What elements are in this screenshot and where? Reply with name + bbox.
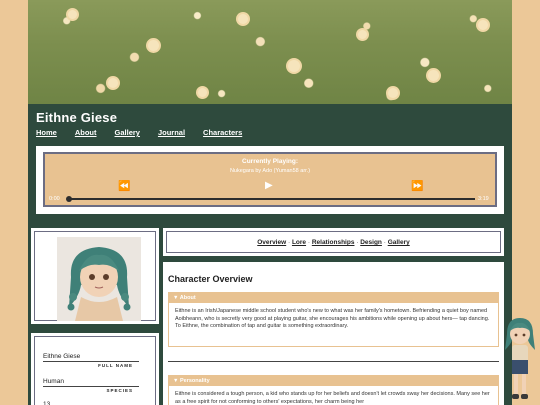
- rewind-icon[interactable]: ⏪: [118, 182, 130, 192]
- portrait-frame: [34, 231, 156, 321]
- link-lore[interactable]: Lore: [292, 239, 306, 246]
- species-value: Human: [43, 378, 64, 385]
- info-card: Eithne Giese FULL NAME Human SPECIES 13: [31, 333, 159, 405]
- site-title: Eithne Giese: [36, 110, 118, 125]
- profile-links-frame: Overview · Lore · Relationships · Design…: [166, 231, 501, 253]
- link-relationships[interactable]: Relationships: [312, 239, 355, 246]
- overview-card: Character Overview ▼ About Eithne is an …: [163, 262, 504, 405]
- age-value: 13: [43, 401, 51, 405]
- personality-section-toggle[interactable]: ▼ Personality: [168, 375, 499, 386]
- duration-time: 3:19: [478, 196, 489, 202]
- full-name-divider: [43, 361, 139, 362]
- full-name-value: Eithne Giese: [43, 353, 81, 360]
- about-section-toggle[interactable]: ▼ About: [168, 292, 499, 303]
- main-nav: Home About Gallery Journal Characters: [36, 128, 260, 137]
- section-divider: [168, 361, 499, 362]
- info-frame: Eithne Giese FULL NAME Human SPECIES 13: [34, 336, 156, 405]
- track-title: Nukegara by Ado (Yuman58 arr.): [229, 168, 311, 174]
- overview-title: Character Overview: [168, 274, 253, 284]
- portrait-card: [31, 228, 159, 324]
- seek-bar[interactable]: [66, 196, 475, 202]
- nav-journal-link[interactable]: Journal: [158, 128, 185, 137]
- nav-about-link[interactable]: About: [75, 128, 97, 137]
- full-name-label: FULL NAME: [98, 363, 133, 368]
- character-portrait: [57, 237, 141, 321]
- link-overview[interactable]: Overview: [257, 239, 286, 246]
- link-gallery[interactable]: Gallery: [388, 239, 410, 246]
- nav-home-link[interactable]: Home: [36, 128, 57, 137]
- personality-text: Eithne is considered a tough person, a k…: [168, 386, 499, 405]
- nav-characters-link[interactable]: Characters: [203, 128, 242, 137]
- now-playing-heading: Currently Playing:: [242, 158, 298, 165]
- profile-links: Overview · Lore · Relationships · Design…: [257, 239, 410, 246]
- about-text: Eithne is an Irish/Japanese middle schoo…: [168, 303, 499, 347]
- species-divider: [43, 386, 139, 387]
- seek-handle[interactable]: [66, 196, 72, 202]
- header-banner-image: [28, 0, 512, 104]
- fast-forward-icon[interactable]: ⏩: [411, 182, 423, 192]
- link-design[interactable]: Design: [360, 239, 382, 246]
- species-label: SPECIES: [106, 388, 133, 393]
- music-player: Currently Playing: Nukegara by Ado (Yuma…: [43, 152, 497, 207]
- play-icon[interactable]: ▶: [265, 181, 273, 191]
- nav-gallery-link[interactable]: Gallery: [115, 128, 140, 137]
- elapsed-time: 0:00: [49, 196, 60, 202]
- profile-links-card: Overview · Lore · Relationships · Design…: [163, 228, 504, 256]
- chibi-sprite: [501, 316, 539, 405]
